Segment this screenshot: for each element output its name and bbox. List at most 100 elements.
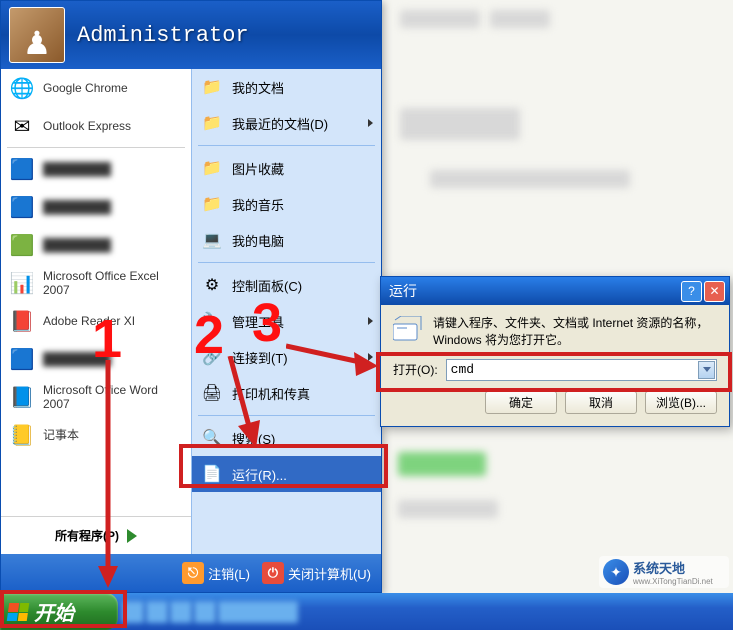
app-icon: 🌐 (7, 73, 37, 103)
taskbar-item[interactable] (122, 601, 144, 623)
system-menu-item[interactable]: 🔍 搜索(S) (192, 420, 381, 456)
app-icon: 🟦 (7, 344, 37, 374)
menu-item-icon: 🔗 (200, 345, 224, 369)
system-menu-item[interactable]: 🔧 管理工具 (192, 303, 381, 339)
menu-item-icon: 📄 (200, 462, 224, 486)
start-menu-right-panel: 📁我的文档📁我最近的文档(D)📁图片收藏📁我的音乐💻我的电脑⚙控制面板(C)🔧管… (191, 69, 381, 554)
run-description: 请键入程序、文件夹、文档或 Internet 资源的名称，Windows 将为您… (433, 315, 717, 349)
taskbar-item[interactable] (170, 601, 192, 623)
system-menu-item[interactable]: 📁 图片收藏 (192, 150, 381, 186)
windows-flag-icon (7, 603, 30, 621)
run-icon (393, 315, 423, 343)
app-icon: ✉ (7, 111, 37, 141)
pinned-app-item[interactable]: 📕Adobe Reader XI (1, 302, 191, 340)
app-label: 记事本 (43, 428, 79, 442)
menu-item-icon: 💻 (200, 228, 224, 252)
run-command-value: cmd (451, 362, 474, 377)
start-button[interactable]: 开始 (0, 593, 118, 630)
user-avatar: ♟ (9, 7, 65, 63)
app-label: Microsoft Office Excel 2007 (43, 269, 185, 298)
submenu-arrow-icon (368, 317, 373, 325)
menu-item-icon: 🔧 (200, 309, 224, 333)
menu-item-label: 我的电脑 (232, 231, 284, 250)
pinned-app-item[interactable]: 🟩 ████████ (1, 226, 191, 264)
start-menu: ♟ Administrator 🌐Google Chrome ✉ Outlook E… (0, 0, 382, 593)
run-command-input[interactable]: cmd (446, 359, 717, 381)
system-menu-item[interactable]: 📄 运行(R)... (192, 456, 381, 492)
app-icon: 🟩 (7, 230, 37, 260)
menu-item-label: 我最近的文档(D) (232, 114, 328, 133)
app-label: ████████ (43, 200, 111, 214)
pinned-app-item[interactable]: 🌐Google Chrome (1, 69, 191, 107)
system-menu-item[interactable]: 🖨 打印机和传真 (192, 375, 381, 411)
pinned-app-item[interactable]: 📊Microsoft Office Excel 2007 (1, 264, 191, 302)
system-menu-item[interactable]: 💻 我的电脑 (192, 222, 381, 258)
system-menu-item[interactable]: 📁我的音乐 (192, 186, 381, 222)
watermark-url: www.XiTongTianDi.net (633, 577, 713, 586)
system-menu-item[interactable]: 📁 我最近的文档(D) (192, 105, 381, 141)
pinned-app-item[interactable]: ✉ Outlook Express (1, 107, 191, 145)
app-icon: 🟦 (7, 192, 37, 222)
app-label: ████████ (43, 352, 111, 366)
start-button-label: 开始 (34, 597, 74, 626)
watermark-logo-icon: ✦ (603, 559, 629, 585)
system-menu-item[interactable]: 🔗 连接到(T) (192, 339, 381, 375)
shutdown-button[interactable]: ⏻ 关闭计算机(U) (262, 562, 371, 584)
run-dialog: 运行 ? ✕ 请键入程序、文件夹、文档或 Internet 资源的名称，Wind… (380, 276, 730, 427)
pinned-app-item[interactable]: 📘Microsoft Office Word 2007 (1, 378, 191, 416)
pinned-app-item[interactable]: 🟦 ████████ (1, 340, 191, 378)
menu-item-label: 运行(R)... (232, 465, 287, 484)
app-label: Adobe Reader XI (43, 314, 135, 328)
cancel-button[interactable]: 取消 (565, 391, 637, 414)
menu-item-icon: 🖨 (200, 381, 224, 405)
menu-item-label: 图片收藏 (232, 159, 284, 178)
menu-item-icon: ⚙ (200, 273, 224, 297)
taskbar-item[interactable] (194, 601, 216, 623)
menu-item-label: 连接到(T) (232, 348, 288, 367)
help-button[interactable]: ? (681, 281, 702, 302)
submenu-arrow-icon (368, 119, 373, 127)
menu-item-icon: 📁 (200, 156, 224, 180)
menu-item-label: 我的音乐 (232, 195, 284, 214)
logoff-button[interactable]: ⎋ 注销(L) (182, 562, 250, 584)
menu-item-label: 控制面板(C) (232, 276, 302, 295)
menu-item-label: 管理工具 (232, 312, 284, 331)
ok-button[interactable]: 确定 (485, 391, 557, 414)
system-menu-item[interactable]: ⚙ 控制面板(C) (192, 267, 381, 303)
watermark: ✦ 系统天地 www.XiTongTianDi.net (599, 556, 729, 588)
app-icon: 🟦 (7, 154, 37, 184)
close-button[interactable]: ✕ (704, 281, 725, 302)
menu-item-label: 搜索(S) (232, 429, 275, 448)
menu-item-icon: 📁 (200, 111, 224, 135)
all-programs-label: 所有程序(P) (55, 527, 119, 544)
submenu-arrow-icon (368, 353, 373, 361)
taskbar-item[interactable] (146, 601, 168, 623)
taskbar-item[interactable] (218, 601, 298, 623)
start-menu-footer: ⎋ 注销(L) ⏻ 关闭计算机(U) (1, 554, 381, 592)
app-icon: 📒 (7, 420, 37, 450)
pinned-app-item[interactable]: 🟦 ████████ (1, 188, 191, 226)
menu-item-label: 打印机和传真 (232, 384, 310, 403)
start-menu-left-panel: 🌐Google Chrome✉Outlook Express🟦████████🟦… (1, 69, 191, 554)
shutdown-icon: ⏻ (262, 562, 284, 584)
logoff-icon: ⎋ (182, 562, 204, 584)
menu-item-icon: 🔍 (200, 426, 224, 450)
menu-item-icon: 📁 (200, 75, 224, 99)
app-icon: 📊 (7, 268, 37, 298)
arrow-right-icon (127, 529, 137, 543)
app-label: ████████ (43, 162, 111, 176)
pinned-app-item[interactable]: 📒 记事本 (1, 416, 191, 454)
app-label: Outlook Express (43, 119, 131, 133)
app-label: ████████ (43, 238, 111, 252)
all-programs-button[interactable]: 所有程序(P) (1, 516, 191, 554)
browse-button[interactable]: 浏览(B)... (645, 391, 717, 414)
app-icon: 📘 (7, 382, 37, 412)
system-menu-item[interactable]: 📁我的文档 (192, 69, 381, 105)
taskbar: 开始 (0, 593, 733, 630)
combo-dropdown-button[interactable] (698, 361, 715, 379)
watermark-text: 系统天地 (633, 561, 685, 576)
run-dialog-titlebar[interactable]: 运行 ? ✕ (381, 277, 729, 305)
pinned-app-item[interactable]: 🟦 ████████ (1, 150, 191, 188)
start-menu-header: ♟ Administrator (1, 1, 381, 69)
open-label: 打开(O): (393, 361, 438, 378)
